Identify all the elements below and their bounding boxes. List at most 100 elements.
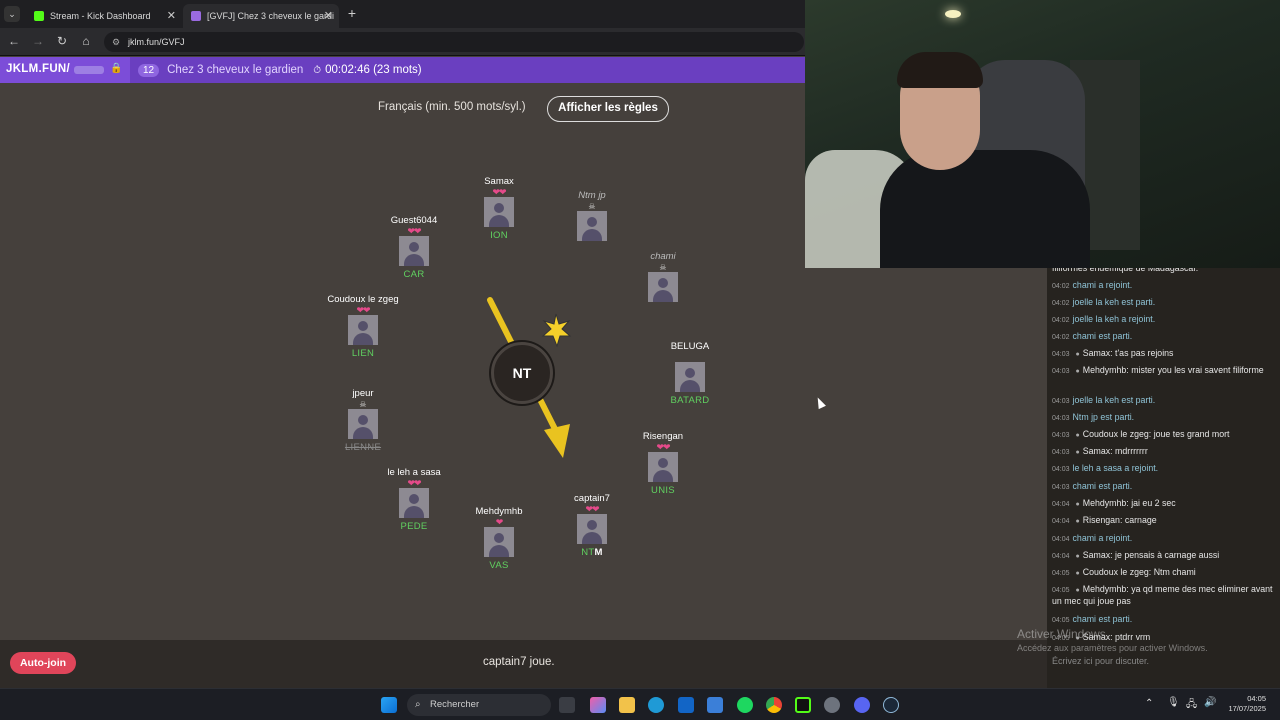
player-current-input: NTM (547, 547, 637, 559)
tab-title: Stream - Kick Dashboard (50, 11, 151, 21)
chat-username[interactable]: Mehdymhb (1083, 498, 1127, 508)
copilot-icon[interactable] (590, 697, 606, 713)
tab-jklm-room[interactable]: [GVFJ] Chez 3 cheveux le gardi ✕ (183, 4, 339, 28)
chat-input[interactable]: Écrivez ici pour discuter. (1052, 656, 1149, 666)
player-seat: BELUGA BATARD (645, 341, 735, 407)
chat-message: 04:03 joelle la keh est parti. (1052, 395, 1277, 407)
file-explorer-icon[interactable] (619, 697, 635, 713)
edge-icon[interactable] (648, 697, 664, 713)
user-icon: ● (1075, 432, 1080, 439)
chat-username[interactable]: Samax (1083, 348, 1110, 358)
chat-message: 04:05 chami est parti. (1052, 614, 1277, 626)
player-count-badge: 12 (138, 63, 160, 77)
reload-icon[interactable]: ↻ (54, 34, 70, 48)
chat-username[interactable]: Mehdymhb (1083, 365, 1127, 375)
chat-username[interactable]: Samax (1083, 446, 1110, 456)
chat-text: joelle la keh est parti. (1072, 395, 1156, 405)
forward-arrow-icon[interactable]: → (30, 34, 46, 48)
chat-username[interactable]: Coudoux le zgeg (1083, 567, 1149, 577)
user-icon: ● (1075, 368, 1080, 375)
chat-text: jai eu 2 sec (1131, 498, 1176, 508)
skull-icon: ☠ (588, 202, 596, 211)
user-icon: ● (1075, 587, 1080, 594)
chat-message: 04:02 chami a rejoint. (1052, 280, 1277, 292)
chat-timestamp: 04:04 (1052, 501, 1070, 508)
chevron-up-icon[interactable]: ⌃ (1145, 698, 1153, 709)
skull-icon: ☠ (659, 263, 667, 272)
chat-timestamp: 04:03 (1052, 415, 1070, 422)
site-info-icon[interactable]: ⚙ (112, 32, 120, 52)
chat-message: 04:03 Ntm jp est parti. (1052, 412, 1277, 424)
chat-message: 04:03 le leh a sasa a rejoint. (1052, 463, 1277, 475)
clock-time: 04:05 (1247, 694, 1266, 703)
player-seat: chami ☠ (618, 251, 708, 317)
chat-username[interactable]: Mehdymhb (1083, 584, 1127, 594)
kick-app-icon[interactable] (795, 697, 811, 713)
volume-icon[interactable]: 🔊 (1204, 697, 1216, 708)
chat-message: 04:04 ● Risengan: carnage (1052, 515, 1277, 527)
tab-kick-dashboard[interactable]: Stream - Kick Dashboard ✕ (26, 4, 182, 28)
task-view-icon[interactable] (559, 697, 575, 713)
player-name: chami (650, 251, 676, 262)
auto-join-button[interactable]: Auto-join (10, 652, 76, 674)
chat-timestamp: 04:03 (1052, 466, 1070, 473)
chat-message: 04:03 ● Coudoux le zgeg: joue tes grand mo… (1052, 429, 1277, 441)
person-hair (897, 52, 983, 88)
back-arrow-icon[interactable]: ← (6, 34, 22, 48)
game-header: JKLM.FUN/ 🔒 12 Chez 3 cheveux le gardien… (0, 57, 805, 83)
steam-icon[interactable] (883, 697, 899, 713)
chat-text: joue tes grand mort (1153, 429, 1230, 439)
chat-username[interactable]: Coudoux le zgeg (1083, 429, 1149, 439)
chat-message: filiformes endémique de Madagascar. (1052, 268, 1277, 274)
chat-message: 04:04 chami a rejoint. (1052, 533, 1277, 545)
new-tab-button[interactable]: + (344, 5, 360, 21)
home-icon[interactable]: ⌂ (78, 34, 94, 48)
outlook-icon[interactable] (678, 697, 694, 713)
chat-text: ptdrr vrm (1115, 632, 1151, 642)
chat-timestamp: 04:02 (1052, 317, 1070, 324)
chat-timestamp: 04:04 (1052, 553, 1070, 560)
user-icon: ● (1075, 518, 1080, 525)
taskbar-clock[interactable]: 04:05 17/07/2025 (1228, 694, 1266, 714)
discord-icon[interactable] (854, 697, 870, 713)
user-icon: ● (1075, 351, 1080, 358)
microphone-icon[interactable]: 🎙 (1167, 697, 1180, 708)
tab-list-button[interactable]: ⌄ (4, 6, 20, 22)
avatar (348, 409, 378, 439)
stopwatch-icon: ⏱ (313, 64, 322, 76)
close-icon[interactable]: ✕ (167, 9, 176, 22)
settings-icon[interactable] (824, 697, 840, 713)
show-rules-button[interactable]: Afficher les règles (547, 96, 669, 122)
chat-text: filiformes endémique de Madagascar. (1052, 268, 1199, 273)
room-name: Chez 3 cheveux le gardien (167, 64, 304, 76)
player-word (618, 305, 708, 317)
taskbar-search[interactable]: ⌕ Rechercher (407, 694, 551, 716)
chrome-icon[interactable] (766, 697, 782, 713)
chat-message: 04:03 chami est parti. (1052, 481, 1277, 493)
jklm-brand[interactable]: JKLM.FUN/ (6, 63, 70, 75)
chat-username[interactable]: Risengan (1083, 515, 1120, 525)
bomb-syllable: NT (491, 342, 553, 404)
chat-username[interactable]: Samax (1083, 550, 1110, 560)
windows-start-icon[interactable] (381, 697, 397, 713)
player-word: CAR (403, 269, 425, 280)
spotify-icon[interactable] (737, 697, 753, 713)
url-input[interactable]: ⚙ jklm.fun/GVFJ (104, 32, 804, 52)
lives-hearts: ❤❤ (492, 187, 506, 197)
chat-timestamp: 04:03 (1052, 449, 1070, 456)
lives-hearts: ❤❤ (356, 305, 370, 315)
chat-message: 04:05 ● Coudoux le zgeg: Ntm chami (1052, 567, 1277, 579)
player-seat: Risengan ❤❤ UNIS (618, 431, 708, 497)
search-placeholder: Rechercher (430, 699, 480, 710)
chat-timestamp: 04:02 (1052, 283, 1070, 290)
close-icon[interactable]: ✕ (324, 9, 333, 22)
chat-text: Ntm jp est parti. (1072, 412, 1135, 422)
windows-activation-watermark: Activer Windows (1017, 627, 1106, 641)
store-icon[interactable] (707, 697, 723, 713)
chat-timestamp: 04:02 (1052, 300, 1070, 307)
webcam-overlay (805, 0, 1280, 268)
chat-text: joelle la keh est parti. (1072, 297, 1156, 307)
network-icon[interactable]: 🖧 (1186, 697, 1197, 714)
chat-text: chami a rejoint. (1072, 280, 1133, 290)
avatar (399, 488, 429, 518)
